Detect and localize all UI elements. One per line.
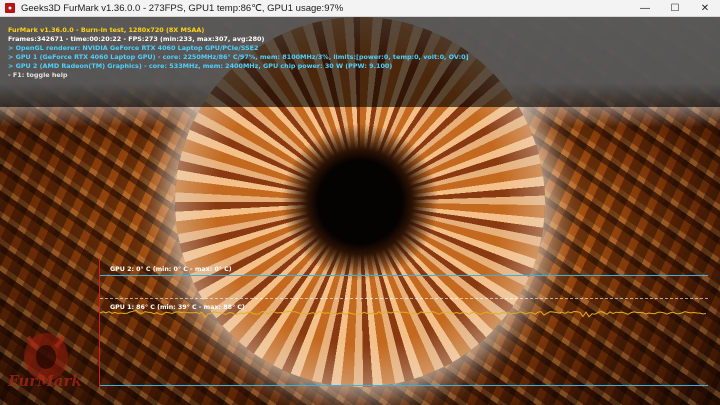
gpu2-temp-line	[100, 275, 708, 276]
furmark-logo-text: FurMark	[8, 372, 82, 390]
hud-gpu1-line: > GPU 1 (GeForce RTX 4060 Laptop GPU) - …	[8, 53, 469, 61]
hud-overlay: FurMark v1.36.0.0 - Burn-in test, 1280x7…	[0, 17, 720, 107]
window-title: Geeks3D FurMark v1.36.0.0 - 273FPS, GPU1…	[21, 2, 344, 14]
graph-grid-line	[100, 298, 708, 299]
maximize-button[interactable]: ☐	[660, 0, 690, 16]
hud-help-line: - F1: toggle help	[8, 71, 68, 79]
temperature-graph-panel: GPU 2: 0° C (min: 0° C - max: 0° C) GPU …	[99, 258, 708, 388]
close-button[interactable]: ✕	[690, 0, 720, 16]
minimize-button[interactable]: —	[630, 0, 660, 16]
hud-renderer-line: > OpenGL renderer: NVIDIA GeForce RTX 40…	[8, 44, 259, 52]
gpu1-temp-graph	[100, 309, 707, 319]
furmark-window: ● Geeks3D FurMark v1.36.0.0 - 273FPS, GP…	[0, 0, 720, 405]
hud-gpu2-line: > GPU 2 (AMD Radeon(TM) Graphics) - core…	[8, 62, 393, 70]
gpu2-temp-label: GPU 2: 0° C (min: 0° C - max: 0° C)	[110, 266, 232, 273]
hud-title-line: FurMark v1.36.0.0 - Burn-in test, 1280x7…	[8, 26, 205, 34]
title-bar[interactable]: ● Geeks3D FurMark v1.36.0.0 - 273FPS, GP…	[0, 0, 720, 17]
furmark-app-icon[interactable]: ●	[5, 3, 15, 13]
hud-frames-line: Frames:342671 - time:00:20:22 - FPS:273 …	[8, 35, 265, 43]
graph-bottom-axis	[100, 385, 708, 386]
